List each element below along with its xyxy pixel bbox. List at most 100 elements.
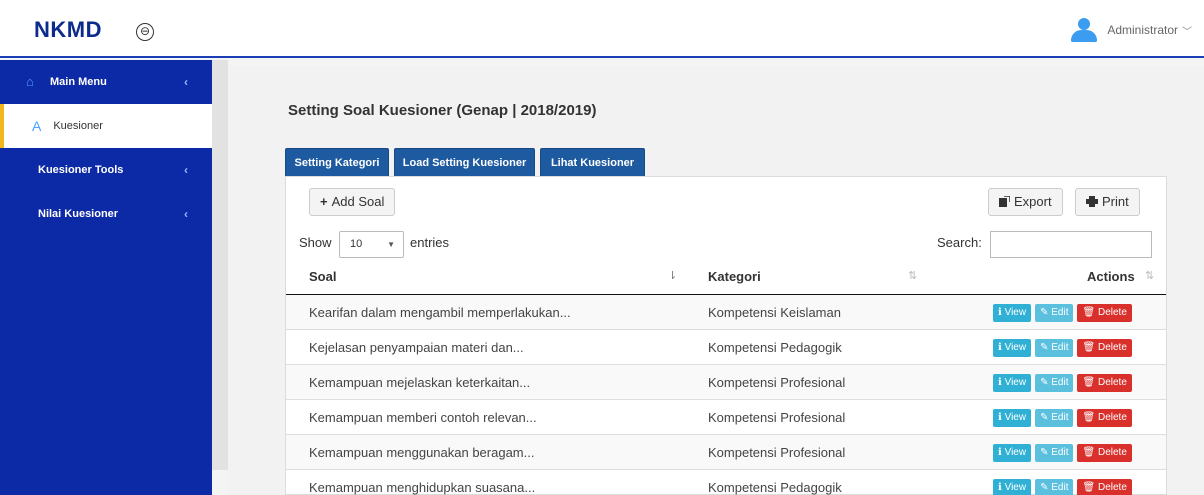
page-size-select[interactable]: 10 ▼: [339, 231, 404, 258]
edit-label: Edit: [1051, 447, 1069, 458]
sort-asc-icon[interactable]: ⇂: [668, 269, 677, 282]
export-icon: [999, 195, 1011, 207]
delete-label: Delete: [1097, 342, 1127, 353]
delete-button[interactable]: 🗑 Delete: [1077, 339, 1132, 357]
row-actions: ℹ View ✎ Edit 🗑 Delete: [993, 479, 1132, 495]
delete-label: Delete: [1097, 412, 1127, 423]
cell-soal: Kejelasan penyampaian materi dan...: [309, 340, 524, 355]
edit-button[interactable]: ✎ Edit: [1035, 339, 1074, 357]
sidebar-item-nilai-kuesioner[interactable]: Nilai Kuesioner ‹: [0, 194, 212, 234]
export-label: Export: [1014, 194, 1052, 209]
edit-button[interactable]: ✎ Edit: [1035, 444, 1074, 462]
sort-icon[interactable]: ⇅: [1145, 269, 1154, 282]
row-actions: ℹ View ✎ Edit 🗑 Delete: [993, 339, 1132, 357]
export-button[interactable]: Export: [988, 188, 1063, 216]
edit-button[interactable]: ✎ Edit: [1035, 479, 1074, 495]
user-menu[interactable]: Administrator ﹀: [1071, 18, 1192, 42]
cell-kategori: Kompetensi Keislaman: [708, 305, 841, 320]
entries-label: entries: [410, 235, 450, 250]
sidebar-item-label: Nilai Kuesioner: [38, 208, 119, 220]
table-row: Kemampuan mejelaskan keterkaitan... Kompe…: [286, 365, 1166, 400]
search-input[interactable]: [990, 231, 1152, 258]
cell-soal: Kemampuan menghidupkan suasana...: [309, 480, 536, 495]
view-label: View: [1004, 377, 1027, 388]
cell-soal: Kearifan dalam mengambil memperlakukan..…: [309, 305, 571, 320]
view-button[interactable]: ℹ View: [993, 304, 1032, 322]
table-row: Kemampuan menggunakan beragam... Kompeten…: [286, 435, 1166, 470]
edit-button[interactable]: ✎ Edit: [1035, 304, 1074, 322]
column-header-kategori[interactable]: Kategori: [708, 269, 761, 284]
row-actions: ℹ View ✎ Edit 🗑 Delete: [993, 374, 1132, 392]
delete-button[interactable]: 🗑 Delete: [1077, 374, 1132, 392]
chevron-left-icon: ‹: [184, 75, 188, 89]
letter-a-icon: A: [32, 118, 42, 134]
edit-button[interactable]: ✎ Edit: [1035, 374, 1074, 392]
view-button[interactable]: ℹ View: [993, 409, 1032, 427]
content-gutter: [212, 60, 228, 470]
delete-button[interactable]: 🗑 Delete: [1077, 409, 1132, 427]
sort-icon[interactable]: ⇅: [908, 269, 917, 282]
table-row: Kearifan dalam mengambil memperlakukan..…: [286, 295, 1166, 330]
cell-soal: Kemampuan memberi contoh relevan...: [309, 410, 537, 425]
cell-soal: Kemampuan menggunakan beragam...: [309, 445, 535, 460]
edit-label: Edit: [1051, 412, 1069, 423]
page-size-value: 10: [350, 238, 363, 250]
delete-label: Delete: [1097, 377, 1127, 388]
delete-button[interactable]: 🗑 Delete: [1077, 444, 1132, 462]
add-soal-label: Add Soal: [331, 194, 385, 209]
table-row: Kemampuan menghidupkan suasana... Kompete…: [286, 470, 1166, 495]
add-soal-button[interactable]: + Add Soal: [309, 188, 396, 216]
sidebar: ⌂ Main Menu ‹ A Kuesioner Kuesioner Tool…: [0, 60, 212, 495]
chevron-left-icon: ‹: [184, 207, 188, 221]
view-button[interactable]: ℹ View: [993, 339, 1032, 357]
view-button[interactable]: ℹ View: [993, 444, 1032, 462]
user-name: Administrator: [1107, 23, 1178, 37]
chevron-left-icon: ‹: [184, 163, 188, 177]
sidebar-item-label: Kuesioner: [53, 120, 103, 132]
delete-label: Delete: [1097, 307, 1127, 318]
print-icon: [1086, 196, 1098, 207]
tab-load-setting-kuesioner[interactable]: Load Setting Kuesioner: [394, 148, 535, 177]
cell-soal: Kemampuan mejelaskan keterkaitan...: [309, 375, 531, 390]
brand-logo[interactable]: NKMD: [34, 17, 102, 43]
edit-label: Edit: [1051, 377, 1069, 388]
row-actions: ℹ View ✎ Edit 🗑 Delete: [993, 409, 1132, 427]
print-button[interactable]: Print: [1075, 188, 1140, 216]
page-title: Setting Soal Kuesioner (Genap | 2018/201…: [288, 102, 597, 119]
edit-label: Edit: [1051, 482, 1069, 493]
sidebar-item-main-menu[interactable]: ⌂ Main Menu ‹: [0, 60, 212, 104]
view-button[interactable]: ℹ View: [993, 479, 1032, 495]
sidebar-item-kuesioner-tools[interactable]: Kuesioner Tools ‹: [0, 150, 212, 190]
avatar: [1071, 18, 1098, 42]
view-label: View: [1004, 342, 1027, 353]
table-row: Kejelasan penyampaian materi dan... Kompe…: [286, 330, 1166, 365]
view-label: View: [1004, 307, 1027, 318]
row-actions: ℹ View ✎ Edit 🗑 Delete: [993, 444, 1132, 462]
delete-label: Delete: [1097, 482, 1127, 493]
dropdown-arrow-icon: ▼: [387, 240, 395, 249]
sidebar-item-label: Kuesioner Tools: [38, 164, 124, 176]
view-label: View: [1004, 412, 1027, 423]
column-header-actions[interactable]: Actions: [1087, 269, 1135, 284]
view-button[interactable]: ℹ View: [993, 374, 1032, 392]
delete-button[interactable]: 🗑 Delete: [1077, 479, 1132, 495]
search-label: Search:: [937, 235, 982, 250]
delete-label: Delete: [1097, 447, 1127, 458]
delete-button[interactable]: 🗑 Delete: [1077, 304, 1132, 322]
cell-kategori: Kompetensi Profesional: [708, 445, 846, 460]
edit-button[interactable]: ✎ Edit: [1035, 409, 1074, 427]
show-label: Show: [299, 235, 332, 250]
tab-lihat-kuesioner[interactable]: Lihat Kuesioner: [540, 148, 645, 177]
home-icon: ⌂: [26, 74, 34, 89]
row-actions: ℹ View ✎ Edit 🗑 Delete: [993, 304, 1132, 322]
top-bar: NKMD ⊖ Administrator ﹀: [0, 0, 1204, 58]
cell-kategori: Kompetensi Profesional: [708, 375, 846, 390]
edit-label: Edit: [1051, 342, 1069, 353]
sidebar-item-kuesioner[interactable]: A Kuesioner: [0, 104, 212, 148]
sidebar-toggle-icon[interactable]: ⊖: [136, 23, 154, 41]
tab-setting-kategori[interactable]: Setting Kategori: [285, 148, 389, 177]
sidebar-item-label: Main Menu: [50, 76, 107, 88]
column-header-soal[interactable]: Soal: [309, 269, 336, 284]
cell-kategori: Kompetensi Pedagogik: [708, 480, 842, 495]
chevron-down-icon: ﹀: [1182, 26, 1192, 38]
